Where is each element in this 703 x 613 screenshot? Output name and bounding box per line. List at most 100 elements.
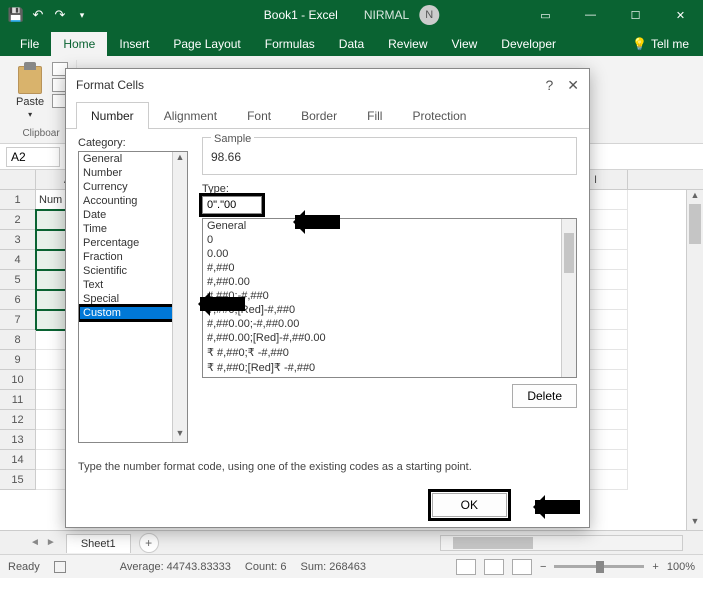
row-header[interactable]: 12 <box>0 410 36 430</box>
format-item[interactable]: #,##0.00;[Red]-#,##0.00 <box>203 331 576 345</box>
tab-page-layout[interactable]: Page Layout <box>161 32 252 56</box>
format-item[interactable]: 0 <box>203 233 576 247</box>
dialog-tab-font[interactable]: Font <box>232 102 286 129</box>
horizontal-scrollbar[interactable] <box>440 535 683 551</box>
row-header[interactable]: 2 <box>0 210 36 230</box>
category-item[interactable]: Text <box>79 278 187 292</box>
dialog-tab-protection[interactable]: Protection <box>397 102 481 129</box>
minimize-button[interactable]: — <box>568 0 613 30</box>
tab-view[interactable]: View <box>440 32 490 56</box>
help-icon[interactable]: ? <box>545 77 553 94</box>
format-item[interactable]: General <box>203 219 576 233</box>
tab-review[interactable]: Review <box>376 32 439 56</box>
category-item[interactable]: Percentage <box>79 236 187 250</box>
close-button[interactable]: ✕ <box>658 0 703 30</box>
category-item-custom[interactable]: Custom <box>79 306 187 320</box>
row-header[interactable]: 8 <box>0 330 36 350</box>
category-item[interactable]: General <box>79 152 187 166</box>
scroll-up-icon[interactable]: ▲ <box>687 190 703 204</box>
zoom-level[interactable]: 100% <box>667 561 695 573</box>
vertical-scrollbar[interactable]: ▲ ▼ <box>686 190 703 530</box>
scroll-thumb[interactable] <box>689 204 701 244</box>
zoom-slider[interactable] <box>554 565 644 568</box>
row-header[interactable]: 6 <box>0 290 36 310</box>
row-header[interactable]: 15 <box>0 470 36 490</box>
row-header[interactable]: 9 <box>0 350 36 370</box>
type-input[interactable] <box>202 196 262 214</box>
zoom-out-icon[interactable]: − <box>540 561 546 573</box>
tab-home[interactable]: Home <box>51 32 107 56</box>
category-item[interactable]: Scientific <box>79 264 187 278</box>
format-item[interactable]: 0.00 <box>203 247 576 261</box>
tab-insert[interactable]: Insert <box>107 32 161 56</box>
category-item[interactable]: Special <box>79 292 187 306</box>
row-header[interactable]: 3 <box>0 230 36 250</box>
scroll-thumb[interactable] <box>453 537 533 549</box>
redo-icon[interactable]: ↷ <box>52 7 68 23</box>
format-item[interactable]: #,##0 <box>203 261 576 275</box>
undo-icon[interactable]: ↶ <box>30 7 46 23</box>
delete-button[interactable]: Delete <box>512 384 577 408</box>
maximize-button[interactable]: ☐ <box>613 0 658 30</box>
category-item[interactable]: Currency <box>79 180 187 194</box>
scroll-down-icon[interactable]: ▼ <box>173 428 187 442</box>
format-item[interactable]: ₹ #,##0;[Red]₹ -#,##0 <box>203 360 576 375</box>
format-item[interactable]: #,##0.00;-#,##0.00 <box>203 317 576 331</box>
tab-data[interactable]: Data <box>327 32 376 56</box>
paste-button[interactable]: Paste ▾ <box>12 60 48 121</box>
tab-developer[interactable]: Developer <box>489 32 568 56</box>
scroll-up-icon[interactable]: ▲ <box>173 152 187 166</box>
dialog-tab-border[interactable]: Border <box>286 102 352 129</box>
tab-nav-prev-icon[interactable]: ◄ <box>30 537 40 548</box>
row-header[interactable]: 5 <box>0 270 36 290</box>
zoom-thumb[interactable] <box>596 561 604 573</box>
zoom-in-icon[interactable]: + <box>652 561 658 573</box>
row-header[interactable]: 10 <box>0 370 36 390</box>
dialog-tab-fill[interactable]: Fill <box>352 102 397 129</box>
macro-record-icon[interactable] <box>54 561 66 573</box>
row-header[interactable]: 13 <box>0 430 36 450</box>
format-list[interactable]: General 0 0.00 #,##0 #,##0.00 #,##0;-#,#… <box>202 218 577 378</box>
scroll-down-icon[interactable]: ▼ <box>687 516 703 530</box>
tab-formulas[interactable]: Formulas <box>253 32 327 56</box>
list-scrollbar[interactable]: ▲ ▼ <box>172 152 187 442</box>
format-item[interactable]: ₹ #,##0.00;₹ -#,##0.00 <box>203 375 576 378</box>
category-list[interactable]: General Number Currency Accounting Date … <box>78 151 188 443</box>
row-header[interactable]: 7 <box>0 310 36 330</box>
ribbon-options-icon[interactable]: ▭ <box>523 0 568 30</box>
add-sheet-button[interactable]: + <box>139 533 159 553</box>
name-box[interactable] <box>6 147 60 167</box>
category-item[interactable]: Accounting <box>79 194 187 208</box>
format-item[interactable]: #,##0.00 <box>203 275 576 289</box>
paste-label: Paste <box>16 96 44 108</box>
save-icon[interactable]: 💾 <box>8 7 24 23</box>
category-item[interactable]: Date <box>79 208 187 222</box>
row-header[interactable]: 11 <box>0 390 36 410</box>
qat-dropdown-icon[interactable]: ▾ <box>74 7 90 23</box>
category-item[interactable]: Time <box>79 222 187 236</box>
row-header[interactable]: 1 <box>0 190 36 210</box>
format-item[interactable]: #,##0;[Red]-#,##0 <box>203 303 576 317</box>
dialog-tab-number[interactable]: Number <box>76 102 149 129</box>
sheet-tab[interactable]: Sheet1 <box>66 534 131 553</box>
view-page-break-icon[interactable] <box>512 559 532 575</box>
category-item[interactable]: Fraction <box>79 250 187 264</box>
view-page-layout-icon[interactable] <box>484 559 504 575</box>
list-scrollbar[interactable] <box>561 219 576 377</box>
format-item[interactable]: #,##0;-#,##0 <box>203 289 576 303</box>
view-normal-icon[interactable] <box>456 559 476 575</box>
row-header[interactable]: 14 <box>0 450 36 470</box>
format-item[interactable]: ₹ #,##0;₹ -#,##0 <box>203 345 576 360</box>
category-item[interactable]: Number <box>79 166 187 180</box>
ok-button[interactable]: OK <box>432 493 507 517</box>
tab-nav-next-icon[interactable]: ► <box>46 537 56 548</box>
dialog-tab-alignment[interactable]: Alignment <box>149 102 232 129</box>
tell-me[interactable]: 💡 Tell me <box>620 32 703 56</box>
row-header[interactable]: 4 <box>0 250 36 270</box>
dialog-title-bar[interactable]: Format Cells ? ✕ <box>66 69 589 101</box>
scroll-thumb[interactable] <box>564 233 574 273</box>
avatar[interactable]: N <box>419 5 439 25</box>
close-icon[interactable]: ✕ <box>567 77 579 94</box>
select-all-corner[interactable] <box>0 170 36 189</box>
tab-file[interactable]: File <box>8 32 51 56</box>
